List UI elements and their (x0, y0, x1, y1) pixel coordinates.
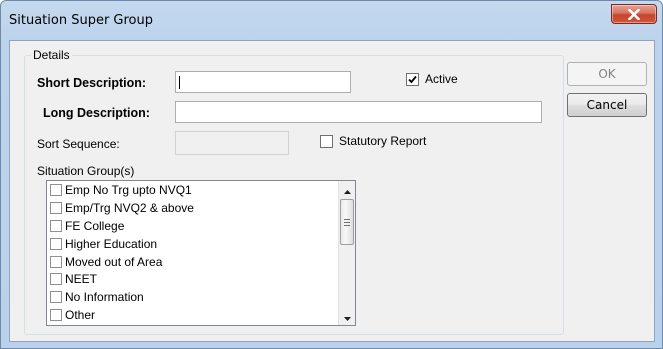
scroll-grip-icon (344, 218, 350, 226)
list-item-label: No Information (65, 290, 144, 305)
dialog-window: Situation Super Group Details Short Desc… (0, 0, 663, 349)
list-item-label: FE College (65, 218, 125, 233)
checkmark-icon (408, 75, 417, 84)
list-item-checkbox[interactable] (50, 201, 62, 214)
close-icon (628, 8, 640, 20)
sort-sequence-label: Sort Sequence: (37, 137, 120, 151)
situation-groups-listbox[interactable]: Emp No Trg upto NVQ1 Emp/Trg NVQ2 & abov… (46, 180, 356, 326)
situation-groups-label: Situation Group(s) (37, 164, 135, 178)
list-item-checkbox[interactable] (50, 183, 62, 196)
scroll-down-arrow-icon (343, 310, 351, 324)
active-checkbox-label: Active (425, 72, 458, 86)
title-bar[interactable]: Situation Super Group (1, 1, 662, 39)
list-item-label: Other (65, 308, 96, 323)
list-item-label: NEET (65, 272, 98, 287)
list-item[interactable]: NEET (47, 270, 355, 288)
list-item-checkbox[interactable] (50, 219, 62, 232)
list-item[interactable]: No Information (47, 288, 355, 306)
list-item-checkbox[interactable] (50, 291, 62, 304)
dialog-client-area: Details Short Description: Active Long D… (9, 40, 655, 342)
window-title: Situation Super Group (9, 13, 153, 28)
long-description-label: Long Description: (43, 106, 150, 120)
list-item[interactable]: Other (47, 306, 355, 324)
scroll-up-arrow-icon (343, 183, 351, 197)
statutory-report-checkbox-box[interactable] (320, 134, 333, 148)
list-item[interactable]: Higher Education (47, 235, 355, 253)
scroll-up-button[interactable] (339, 181, 355, 198)
list-item[interactable]: FE College (47, 217, 355, 235)
list-item-label: Moved out of Area (65, 254, 163, 269)
active-checkbox[interactable]: Active (406, 72, 458, 86)
statutory-report-checkbox[interactable]: Statutory Report (320, 134, 426, 148)
sort-sequence-input[interactable] (175, 131, 289, 155)
long-description-input[interactable] (175, 101, 542, 123)
short-description-input[interactable] (175, 71, 351, 93)
list-item-checkbox[interactable] (50, 309, 62, 322)
active-checkbox-box[interactable] (406, 72, 419, 86)
list-item-label: Emp No Trg upto NVQ1 (65, 182, 192, 197)
cancel-button[interactable]: Cancel (567, 93, 647, 117)
list-item[interactable]: Emp No Trg upto NVQ1 (47, 181, 355, 199)
list-item-checkbox[interactable] (50, 237, 62, 250)
statutory-report-label: Statutory Report (339, 134, 427, 148)
ok-button[interactable]: OK (567, 62, 647, 86)
list-item[interactable]: Emp/Trg NVQ2 & above (47, 199, 355, 217)
details-group-label: Details (31, 48, 72, 62)
list-item-label: Emp/Trg NVQ2 & above (65, 200, 194, 215)
close-button[interactable] (611, 4, 657, 24)
list-item[interactable]: Moved out of Area (47, 253, 355, 271)
short-description-label: Short Description: (37, 76, 147, 90)
scroll-thumb[interactable] (340, 199, 354, 245)
list-item-label: Higher Education (65, 236, 158, 251)
list-item-checkbox[interactable] (50, 273, 62, 286)
situation-groups-items: Emp No Trg upto NVQ1 Emp/Trg NVQ2 & abov… (47, 181, 355, 324)
listbox-scrollbar[interactable] (338, 181, 355, 325)
scroll-down-button[interactable] (339, 308, 355, 325)
text-caret (179, 76, 180, 89)
list-item-checkbox[interactable] (50, 255, 62, 268)
